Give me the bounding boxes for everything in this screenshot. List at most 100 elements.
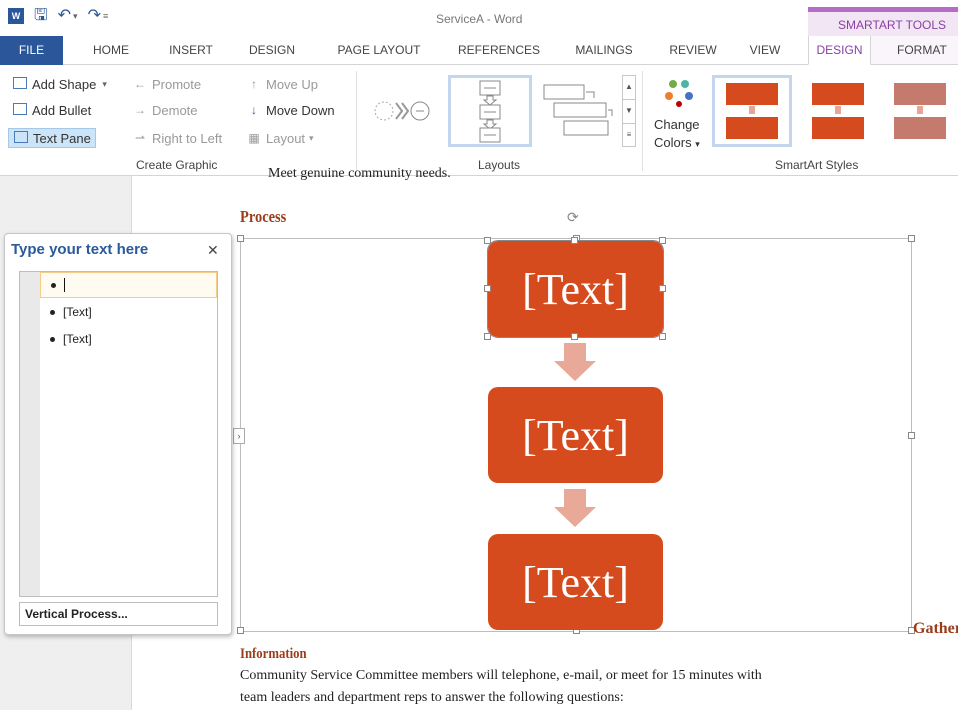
create-graphic-group-label: Create Graphic (136, 158, 218, 172)
step-down-process-icon (543, 84, 613, 136)
save-icon[interactable]: 🖫 (34, 8, 48, 24)
tab-format[interactable]: FORMAT (889, 36, 958, 65)
text-pane-list[interactable]: [Text] [Text] (19, 271, 218, 597)
style-thumb-white-outline[interactable] (798, 75, 878, 147)
vertical-process-icon (479, 80, 501, 143)
shape-handle[interactable] (659, 237, 666, 244)
word-logo-icon[interactable]: W (8, 8, 24, 24)
smartart-shape[interactable]: [Text] (488, 387, 663, 483)
shape-handle[interactable] (484, 237, 491, 244)
arrow-left-icon: ← (134, 77, 146, 91)
add-shape-icon (12, 76, 28, 92)
shape-handle[interactable] (571, 237, 578, 244)
redo-icon[interactable]: ↷ (88, 8, 101, 24)
customize-qat-icon[interactable]: ≡ (103, 11, 108, 21)
window-title: ServiceA - Word (436, 12, 523, 26)
title-bar: W 🖫 ↶ ▾ ↷ ≡ ServiceA - Word SMARTART TOO… (0, 0, 958, 36)
scroll-up-icon[interactable]: ▲ (623, 76, 635, 100)
bullet-icon (50, 336, 55, 342)
scroll-down-icon[interactable]: ▼ (623, 100, 635, 124)
resize-handle[interactable] (237, 627, 244, 634)
arrow-right-icon: → (134, 103, 146, 117)
layout-button[interactable]: ▦ Layout ▾ (246, 128, 314, 148)
process-heading: Process (240, 207, 287, 226)
group-divider (356, 71, 357, 171)
quick-access-toolbar: W 🖫 ↶ ▾ ↷ ≡ (8, 8, 108, 24)
list-item[interactable] (40, 272, 217, 298)
demote-button[interactable]: → Demote (132, 100, 198, 120)
undo-dropdown-icon[interactable]: ▾ (73, 11, 78, 22)
information-heading: Information (240, 646, 307, 662)
layout-name-link[interactable]: Vertical Process... (19, 602, 218, 626)
tab-smartart-design[interactable]: DESIGN (808, 36, 871, 65)
move-up-label: Move Up (266, 76, 319, 92)
list-item-text: [Text] (63, 332, 92, 346)
rotate-handle-icon[interactable]: ⟳ (567, 209, 581, 225)
smartart-tools-label: SMARTART TOOLS (838, 18, 947, 32)
resize-handle[interactable] (237, 235, 244, 242)
shape-handle[interactable] (484, 285, 491, 292)
layout-icon: ▦ (248, 131, 260, 145)
tab-references[interactable]: REFERENCES (453, 36, 545, 65)
shape-handle[interactable] (659, 333, 666, 340)
change-colors-button[interactable]: Change Colors ▾ (652, 73, 712, 157)
tab-file[interactable]: FILE (0, 36, 63, 65)
smartart-tools-header: SMARTART TOOLS (808, 7, 958, 36)
add-bullet-button[interactable]: Add Bullet (12, 100, 91, 120)
tab-page-layout[interactable]: PAGE LAYOUT (330, 36, 428, 65)
tab-insert[interactable]: INSERT (168, 36, 214, 65)
body-text-line: Community Service Committee members will… (240, 668, 762, 683)
resize-handle[interactable] (908, 235, 915, 242)
layouts-gallery-scroll[interactable]: ▲ ▼ ≡ (622, 75, 636, 147)
list-item[interactable]: [Text] (40, 299, 217, 325)
ribbon: Add Shape ▾ Add Bullet Text Pane ← Promo… (0, 65, 958, 176)
resize-handle[interactable] (908, 432, 915, 439)
arrow-up-icon: ↑ (251, 77, 257, 91)
arrow-down-icon: ↓ (251, 103, 257, 117)
style-thumb-simple-fill[interactable] (712, 75, 792, 147)
shape-handle[interactable] (571, 333, 578, 340)
promote-label: Promote (152, 76, 202, 92)
smartart-shape[interactable]: [Text] (488, 534, 663, 630)
right-to-left-button[interactable]: ⇀ Right to Left (132, 128, 222, 148)
shape-handle[interactable] (659, 285, 666, 292)
list-item-text: [Text] (63, 305, 92, 319)
undo-icon[interactable]: ↶ (58, 8, 71, 24)
shape-handle[interactable] (484, 333, 491, 340)
change-colors-label-1: Change (654, 117, 700, 132)
layout-thumb-step-down[interactable] (540, 75, 618, 147)
move-up-button[interactable]: ↑ Move Up (246, 74, 318, 94)
style-thumb-subtle-effect[interactable] (880, 75, 958, 147)
move-down-button[interactable]: ↓ Move Down (246, 100, 335, 120)
tab-view[interactable]: VIEW (745, 36, 785, 65)
bullet-text-cut: Meet genuine community needs. (268, 166, 451, 181)
text-pane: Type your text here ✕ [Text] [Text] Vert… (4, 233, 232, 635)
gather-heading-cut: Gather (913, 620, 958, 637)
palette-icon (665, 80, 693, 107)
layout-thumb-basic-chevron[interactable] (366, 75, 438, 147)
down-arrow-icon (554, 343, 596, 381)
tab-home[interactable]: HOME (88, 36, 134, 65)
layout-thumb-vertical-process[interactable] (448, 75, 532, 147)
gallery-more-icon[interactable]: ≡ (623, 124, 635, 148)
tab-design[interactable]: DESIGN (247, 36, 297, 65)
chevron-down-icon: ▾ (102, 78, 107, 89)
add-shape-button[interactable]: Add Shape ▾ (12, 74, 107, 94)
promote-button[interactable]: ← Promote (132, 74, 201, 94)
text-pane-rail (20, 272, 40, 596)
list-item[interactable]: [Text] (40, 326, 217, 352)
text-pane-button[interactable]: Text Pane (8, 128, 96, 148)
down-arrow-icon (554, 489, 596, 527)
smartart-shape[interactable]: [Text] (487, 240, 664, 338)
layouts-group-label: Layouts (478, 158, 521, 172)
close-icon[interactable]: ✕ (207, 242, 219, 259)
layout-label: Layout (266, 130, 306, 146)
text-pane-toggle[interactable]: › (233, 428, 245, 444)
text-pane-label: Text Pane (33, 130, 91, 146)
demote-label: Demote (152, 102, 198, 118)
tab-mailings[interactable]: MAILINGS (568, 36, 640, 65)
text-cursor (64, 278, 65, 292)
chevron-down-icon: ▾ (309, 132, 314, 143)
text-pane-title: Type your text here (11, 241, 149, 258)
tab-review[interactable]: REVIEW (666, 36, 720, 65)
